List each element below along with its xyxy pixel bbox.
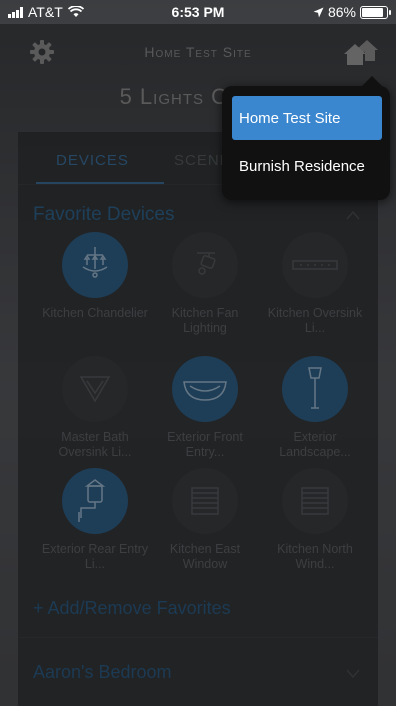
location-arrow-icon bbox=[313, 7, 324, 17]
site-option-home-test-site[interactable]: Home Test Site bbox=[232, 96, 382, 140]
status-bar: AT&T 6:53 PM 86% bbox=[0, 0, 396, 24]
app-screen: AT&T 6:53 PM 86% Home Test Site 5 Lights… bbox=[0, 0, 396, 706]
site-option-burnish-residence[interactable]: Burnish Residence bbox=[232, 144, 382, 188]
battery-icon bbox=[360, 5, 391, 19]
battery-percent: 86% bbox=[327, 4, 356, 20]
battery-fill bbox=[362, 7, 383, 17]
status-right: 86% bbox=[313, 4, 391, 20]
site-switcher-popover: Home Test Site Burnish Residence bbox=[222, 76, 390, 200]
